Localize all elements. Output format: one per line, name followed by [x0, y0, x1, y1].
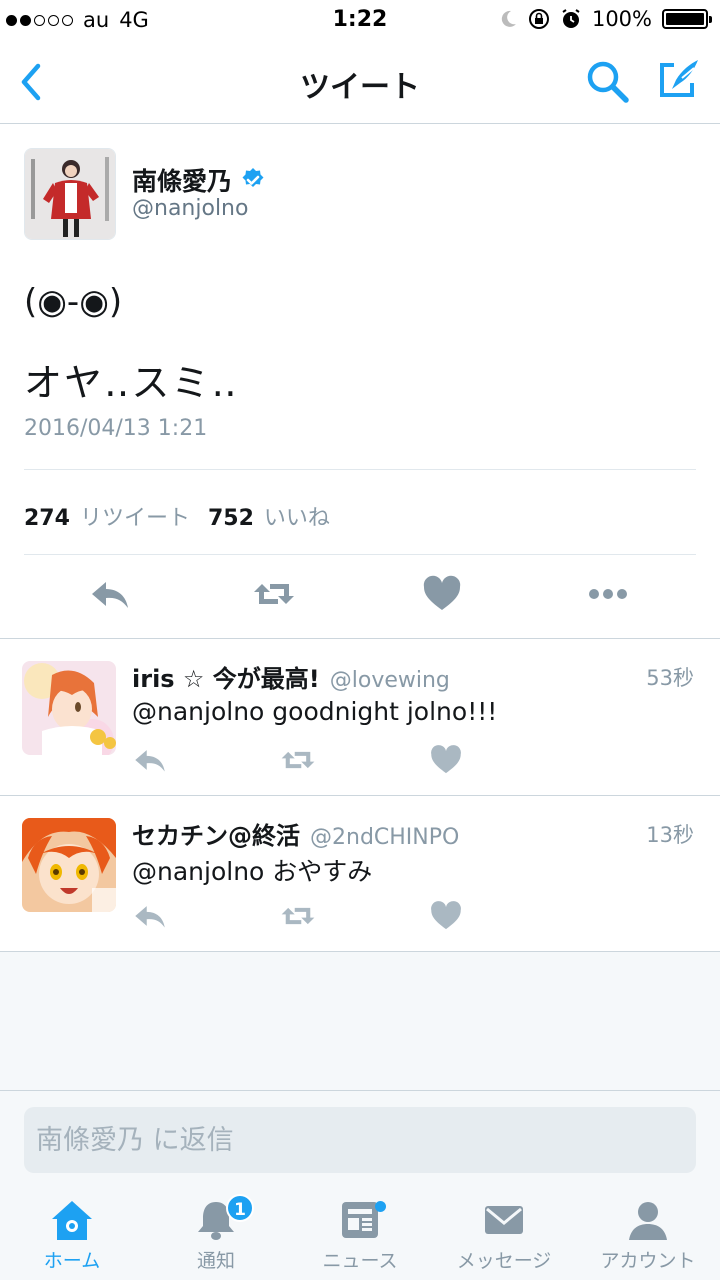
reply-input[interactable]	[24, 1107, 696, 1173]
reply-tweet[interactable]: iris ☆ 今が最高! @lovewing 53秒 @nanjolno goo…	[0, 639, 720, 796]
verified-badge-icon	[242, 168, 264, 187]
tab-news[interactable]: ニュース	[288, 1198, 432, 1278]
author-handle[interactable]: @nanjolno	[132, 196, 248, 221]
reply-author-name[interactable]: セカチン@終活	[132, 816, 300, 851]
home-icon	[52, 1201, 92, 1240]
reply-icon[interactable]	[132, 898, 168, 934]
reply-text: @nanjolno おやすみ	[132, 857, 373, 886]
search-icon[interactable]	[584, 58, 630, 104]
moon-icon	[501, 10, 516, 27]
person-icon	[629, 1202, 667, 1240]
reply-author-handle[interactable]: @2ndCHINPO	[310, 825, 459, 850]
tab-messages[interactable]: メッセージ	[432, 1198, 576, 1278]
status-right: 100%	[498, 7, 712, 31]
retweet-icon[interactable]	[280, 898, 316, 934]
news-unread-dot	[375, 1201, 386, 1212]
alarm-icon	[562, 9, 580, 28]
reply-icon[interactable]	[88, 572, 132, 616]
tab-bar: ホーム 1 通知 ニュース メッセージ アカウント	[0, 1190, 720, 1280]
tab-notifications[interactable]: 1 通知	[144, 1194, 288, 1278]
reply-author-name[interactable]: iris ☆ 今が最高!	[132, 659, 320, 694]
reply-header: セカチン@終活 @2ndCHINPO	[132, 816, 459, 851]
like-heart-icon[interactable]	[428, 742, 464, 778]
nav-bar: ツイート	[0, 40, 720, 124]
compose-tweet-icon[interactable]	[654, 56, 702, 104]
tweet-text-line-1: (◉-◉)	[24, 282, 123, 322]
reply-author-handle[interactable]: @lovewing	[330, 668, 450, 693]
more-options-icon[interactable]	[586, 572, 630, 616]
tab-news-label: ニュース	[322, 1250, 398, 1272]
reply-header: iris ☆ 今が最高! @lovewing	[132, 659, 450, 694]
envelope-icon	[485, 1206, 523, 1234]
reply-time: 53秒	[646, 666, 694, 690]
tweet-stats: 274 リツイート 752 いいね	[24, 500, 348, 532]
tab-home[interactable]: ホーム	[0, 1198, 144, 1278]
main-tweet: 南條愛乃 @nanjolno (◉-◉) オヤ‥スミ‥ 2016/04/13 1…	[0, 124, 720, 639]
retweet-label[interactable]: リツイート	[80, 500, 190, 532]
tab-messages-label: メッセージ	[456, 1250, 552, 1272]
status-bar: au 4G 1:22 100%	[0, 0, 720, 40]
tweet-text-line-2: オヤ‥スミ‥	[24, 361, 239, 405]
battery-percent: 100%	[591, 7, 652, 31]
reply-time: 13秒	[646, 823, 694, 847]
like-heart-icon[interactable]	[428, 898, 464, 934]
retweet-count[interactable]: 274	[24, 506, 70, 531]
tab-account[interactable]: アカウント	[576, 1198, 720, 1278]
like-count[interactable]: 752	[208, 506, 254, 531]
avatar[interactable]	[22, 661, 116, 755]
tab-account-label: アカウント	[600, 1250, 696, 1272]
orientation-lock-icon	[528, 9, 549, 29]
battery-icon	[662, 9, 712, 29]
notification-badge: 1	[226, 1194, 254, 1222]
author-name[interactable]: 南條愛乃	[132, 162, 232, 198]
reply-composer	[0, 1090, 720, 1190]
divider	[24, 469, 696, 470]
avatar[interactable]	[22, 818, 116, 912]
like-heart-icon[interactable]	[420, 572, 464, 616]
retweet-icon[interactable]	[252, 572, 296, 616]
tweet-timestamp: 2016/04/13 1:21	[24, 416, 208, 441]
author-name-row[interactable]: 南條愛乃	[132, 162, 266, 198]
reply-text: @nanjolno goodnight jolno!!!	[132, 697, 498, 726]
divider	[24, 554, 696, 555]
avatar[interactable]	[24, 148, 116, 240]
tab-notifications-label: 通知	[196, 1250, 235, 1272]
tab-home-label: ホーム	[43, 1250, 101, 1272]
like-label[interactable]: いいね	[264, 500, 330, 532]
reply-icon[interactable]	[132, 742, 168, 778]
retweet-icon[interactable]	[280, 742, 316, 778]
reply-tweet[interactable]: セカチン@終活 @2ndCHINPO 13秒 @nanjolno おやすみ	[0, 796, 720, 952]
